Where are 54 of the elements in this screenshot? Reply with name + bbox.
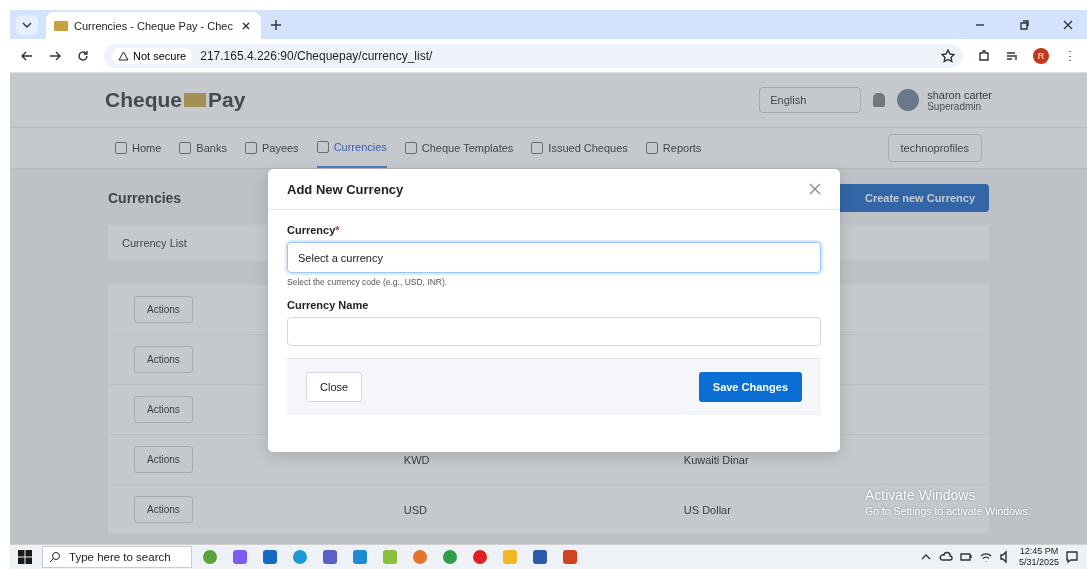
actions-button[interactable]: Actions <box>134 346 193 373</box>
start-icon[interactable] <box>18 550 32 564</box>
actions-button[interactable]: Actions <box>134 446 193 473</box>
battery-icon[interactable] <box>958 550 973 564</box>
app-logo: Cheque Pay <box>105 88 246 112</box>
reload-icon[interactable] <box>76 48 90 63</box>
tab-title: Currencies - Cheque Pay - Chec <box>74 19 233 32</box>
table-cell-text: USD <box>403 503 429 516</box>
modal-title: Add New Currency <box>287 181 404 197</box>
clock-date: 5/31/2025 <box>1018 557 1059 568</box>
save-button[interactable]: Save Changes <box>698 372 802 402</box>
company-select[interactable]: technoprofiles <box>887 134 982 162</box>
actions-button[interactable]: Actions <box>134 496 193 523</box>
table-cell: US Dollar <box>683 503 731 516</box>
user-role: Superadmin <box>927 100 983 112</box>
cloud-icon[interactable] <box>938 550 953 564</box>
currency-select[interactable]: Select a currency <box>287 242 821 273</box>
search-icon <box>49 551 61 563</box>
nav-tab[interactable]: Reports <box>645 128 702 168</box>
url-text: 217.165.4.226:90/Chequepay/currency_list/ <box>200 48 434 63</box>
nav-tab[interactable]: Cheque Templates <box>404 128 514 168</box>
nav-tab[interactable]: Home <box>115 128 162 168</box>
cheque-icon <box>54 20 68 31</box>
warning-icon <box>118 50 129 61</box>
clock-time: 12:45 PM <box>1019 546 1059 557</box>
search-field[interactable]: Type here to search <box>42 546 192 568</box>
extensions-icon[interactable] <box>977 48 991 63</box>
star-icon[interactable] <box>941 48 955 63</box>
page-title: Currencies <box>108 190 182 206</box>
actions-button[interactable]: Actions <box>134 296 193 323</box>
profile-avatar[interactable]: R <box>1033 47 1049 64</box>
table-cell-text: KWD <box>403 453 431 466</box>
field-label: Currency* <box>287 224 341 236</box>
language-select[interactable]: English <box>759 87 862 113</box>
actions-button[interactable]: Actions <box>134 396 193 423</box>
address-bar[interactable]: Not secure 217.165.4.226:90/Chequepay/currency_list/ <box>104 43 963 68</box>
new-tab-icon[interactable] <box>268 17 283 32</box>
notification-icon[interactable] <box>1065 550 1079 564</box>
restore-icon[interactable] <box>1017 17 1031 32</box>
card-title: Currency List <box>122 237 187 249</box>
wifi-icon[interactable] <box>978 550 993 564</box>
user-name: sharon carter <box>927 88 992 101</box>
nav-tab[interactable]: Payees <box>244 128 299 168</box>
close-button[interactable]: Close <box>306 372 363 402</box>
input-field[interactable] <box>287 317 821 346</box>
activation-title: Activate Windows <box>865 487 977 503</box>
table-cell: Kuwaiti Dinar <box>683 453 749 466</box>
avatar[interactable] <box>897 89 920 111</box>
nav-tab[interactable]: Issued Cheques <box>531 128 628 168</box>
browser-tab[interactable]: Currencies - Cheque Pay - Chec <box>46 12 261 39</box>
security-badge[interactable]: Not secure <box>112 47 193 64</box>
field-label: Currency Name <box>287 299 370 311</box>
nav-tab[interactable]: Banks <box>179 128 227 168</box>
help-text: Select the currency code (e.g., USD, INR). <box>287 277 449 287</box>
